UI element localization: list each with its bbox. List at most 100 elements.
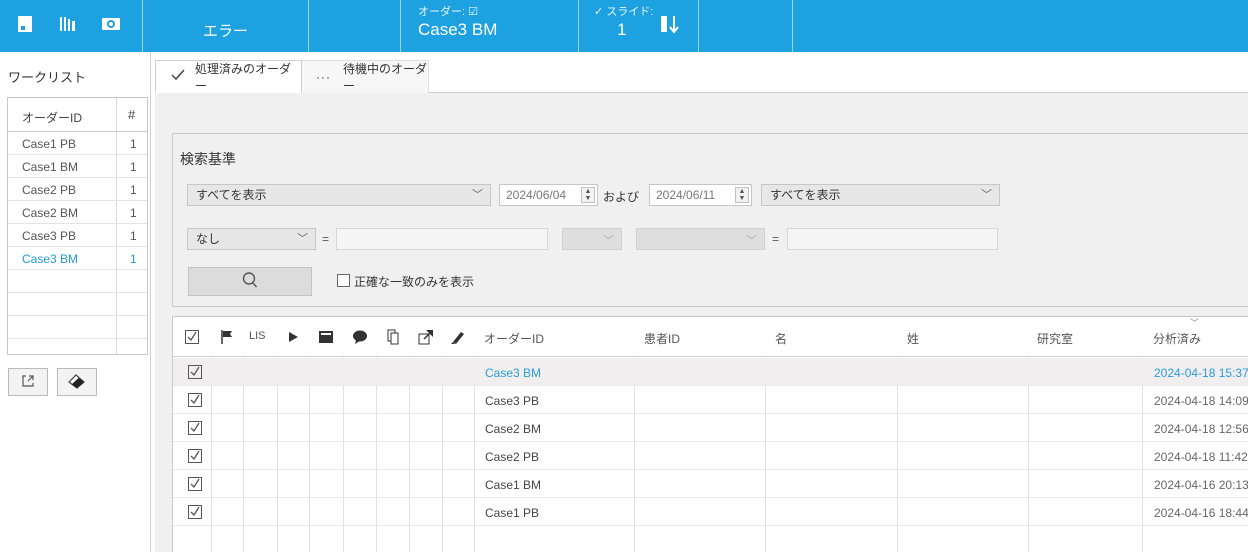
- last-name-column[interactable]: 姓: [907, 330, 919, 347]
- slide-count: 1: [130, 229, 137, 243]
- patient-id-column[interactable]: 患者ID: [644, 330, 680, 347]
- current-order: Case3 BM: [418, 20, 498, 39]
- slide-count: 1: [130, 183, 137, 197]
- field-select-value: なし: [196, 232, 221, 246]
- order-id: Case2 PB: [22, 183, 77, 197]
- tab-processed-label: 処理済みのオーダー: [195, 61, 292, 93]
- field-select[interactable]: なし ﹀: [187, 228, 316, 250]
- table-row[interactable]: Case1 PB 2024-04-16 18:44: [173, 498, 1248, 526]
- table-row[interactable]: Case2 PB 2024-04-18 11:42: [173, 442, 1248, 470]
- field-value-input[interactable]: [336, 228, 548, 250]
- tab-waiting-orders[interactable]: ··· 待機中のオーダー: [302, 60, 429, 93]
- checked-icon[interactable]: [187, 504, 203, 520]
- error-status: エラー: [203, 23, 249, 40]
- pen-icon[interactable]: [449, 328, 467, 346]
- row-analyzed: 2024-04-18 15:37: [1154, 366, 1248, 380]
- slides-icon[interactable]: [57, 13, 79, 35]
- date-to-input[interactable]: 2024/06/11 ▲ ▼: [649, 184, 752, 206]
- book-icon[interactable]: [14, 13, 36, 35]
- display-filter-value: すべてを表示: [196, 188, 267, 202]
- date-from-value: 2024/06/04: [506, 188, 567, 202]
- comment-icon[interactable]: [351, 328, 369, 346]
- checked-icon[interactable]: [187, 476, 203, 492]
- sort-desc-icon: ﹀: [1190, 318, 1200, 328]
- table-empty-row: [173, 526, 1248, 552]
- slide-count: 1: [130, 160, 137, 174]
- checked-icon[interactable]: [187, 420, 203, 436]
- chevron-down-icon: ﹀: [981, 189, 992, 201]
- worklist-table: オーダーID # Case1 PB 1 Case1 BM 1 Case2 PB 1 C…: [7, 97, 148, 355]
- worklist-row-selected[interactable]: Case3 BM 1: [8, 247, 147, 270]
- chevron-down-icon: ﹀: [603, 235, 614, 247]
- flag-icon[interactable]: [218, 328, 236, 346]
- chevron-down-icon: ﹀: [746, 235, 757, 247]
- status-filter-select[interactable]: すべてを表示 ﹀: [761, 184, 1000, 206]
- row-order-id: Case2 BM: [485, 422, 542, 436]
- col-count[interactable]: #: [128, 107, 135, 122]
- worklist-row[interactable]: Case1 BM 1: [8, 155, 147, 178]
- order-caption: オーダー: ☑: [418, 6, 478, 18]
- exact-match-label: 正確な一致のみを表示: [354, 275, 475, 289]
- spinner-icon[interactable]: ▲ ▼: [735, 187, 749, 203]
- next-slide-icon[interactable]: [660, 14, 682, 36]
- table-row[interactable]: Case3 PB 2024-04-18 14:09: [173, 386, 1248, 414]
- date-from-input[interactable]: 2024/06/04 ▲ ▼: [499, 184, 598, 206]
- table-row[interactable]: Case2 BM 2024-04-18 12:56: [173, 414, 1248, 442]
- checked-icon[interactable]: [187, 364, 203, 380]
- external-link-icon[interactable]: [417, 328, 435, 346]
- search-criteria-panel: [172, 133, 1248, 307]
- export-button[interactable]: [8, 368, 48, 396]
- checked-icon[interactable]: [187, 448, 203, 464]
- worklist-empty-row: [8, 270, 147, 293]
- row-order-id: Case3 BM: [485, 366, 542, 380]
- order-id: Case3 PB: [22, 229, 77, 243]
- order-id-column[interactable]: オーダーID: [484, 330, 544, 347]
- order-id: Case1 PB: [22, 137, 77, 151]
- eraser-icon: [67, 373, 87, 392]
- analyzed-column[interactable]: 分析済み: [1153, 330, 1201, 347]
- copy-icon[interactable]: [384, 328, 402, 346]
- worklist-row[interactable]: Case2 BM 1: [8, 201, 147, 224]
- worklist-row[interactable]: Case3 PB 1: [8, 224, 147, 247]
- eye-icon[interactable]: [100, 13, 122, 35]
- worklist-row[interactable]: Case1 PB 1: [8, 132, 147, 155]
- table-row[interactable]: Case1 BM 2024-04-16 20:13: [173, 470, 1248, 498]
- spinner-icon[interactable]: ▲ ▼: [581, 187, 595, 203]
- worklist-row[interactable]: Case2 PB 1: [8, 178, 147, 201]
- order-id: Case2 BM: [22, 206, 79, 220]
- slide-count: 1: [130, 252, 137, 266]
- results-table: LIS オーダーID 患者ID 名 姓 研究室 分析済み ﹀ Case3 BM …: [172, 316, 1248, 552]
- col-order-id[interactable]: オーダーID: [22, 109, 82, 126]
- results-header: LIS オーダーID 患者ID 名 姓 研究室 分析済み ﹀: [173, 317, 1248, 357]
- first-name-column[interactable]: 名: [775, 330, 787, 347]
- lab-column[interactable]: 研究室: [1037, 330, 1073, 347]
- worklist-header: オーダーID #: [8, 98, 147, 132]
- slide-caption: ✓ スライド:: [594, 6, 654, 18]
- order-id: Case1 BM: [22, 160, 79, 174]
- checkbox-column-icon[interactable]: [183, 328, 201, 346]
- checked-icon[interactable]: [187, 392, 203, 408]
- exact-match-checkbox[interactable]: [337, 274, 350, 287]
- date-to-value: 2024/06/11: [656, 188, 716, 202]
- tab-waiting-label: 待機中のオーダー: [343, 62, 428, 93]
- play-icon[interactable]: [284, 328, 302, 346]
- tab-processed-orders[interactable]: 処理済みのオーダー: [155, 60, 302, 93]
- worklist-empty-row: [8, 316, 147, 339]
- equals-sign: =: [322, 232, 330, 246]
- row-order-id: Case2 PB: [485, 450, 540, 464]
- folder-icon[interactable]: [317, 328, 335, 346]
- secondary-field-select: ﹀: [636, 228, 765, 250]
- worklist-empty-row: [8, 293, 147, 316]
- operator-select: ﹀: [562, 228, 622, 250]
- table-row-selected[interactable]: Case3 BM 2024-04-18 15:37: [173, 358, 1248, 386]
- clear-button[interactable]: [57, 368, 97, 396]
- left-divider: [150, 52, 151, 552]
- row-order-id: Case1 PB: [485, 506, 540, 520]
- lis-column[interactable]: LIS: [249, 330, 266, 342]
- search-button[interactable]: [188, 267, 312, 296]
- display-filter-select[interactable]: すべてを表示 ﹀: [187, 184, 491, 206]
- row-order-id: Case1 BM: [485, 478, 542, 492]
- row-order-id: Case3 PB: [485, 394, 540, 408]
- row-analyzed: 2024-04-16 18:44: [1154, 506, 1248, 520]
- row-analyzed: 2024-04-18 14:09: [1154, 394, 1248, 408]
